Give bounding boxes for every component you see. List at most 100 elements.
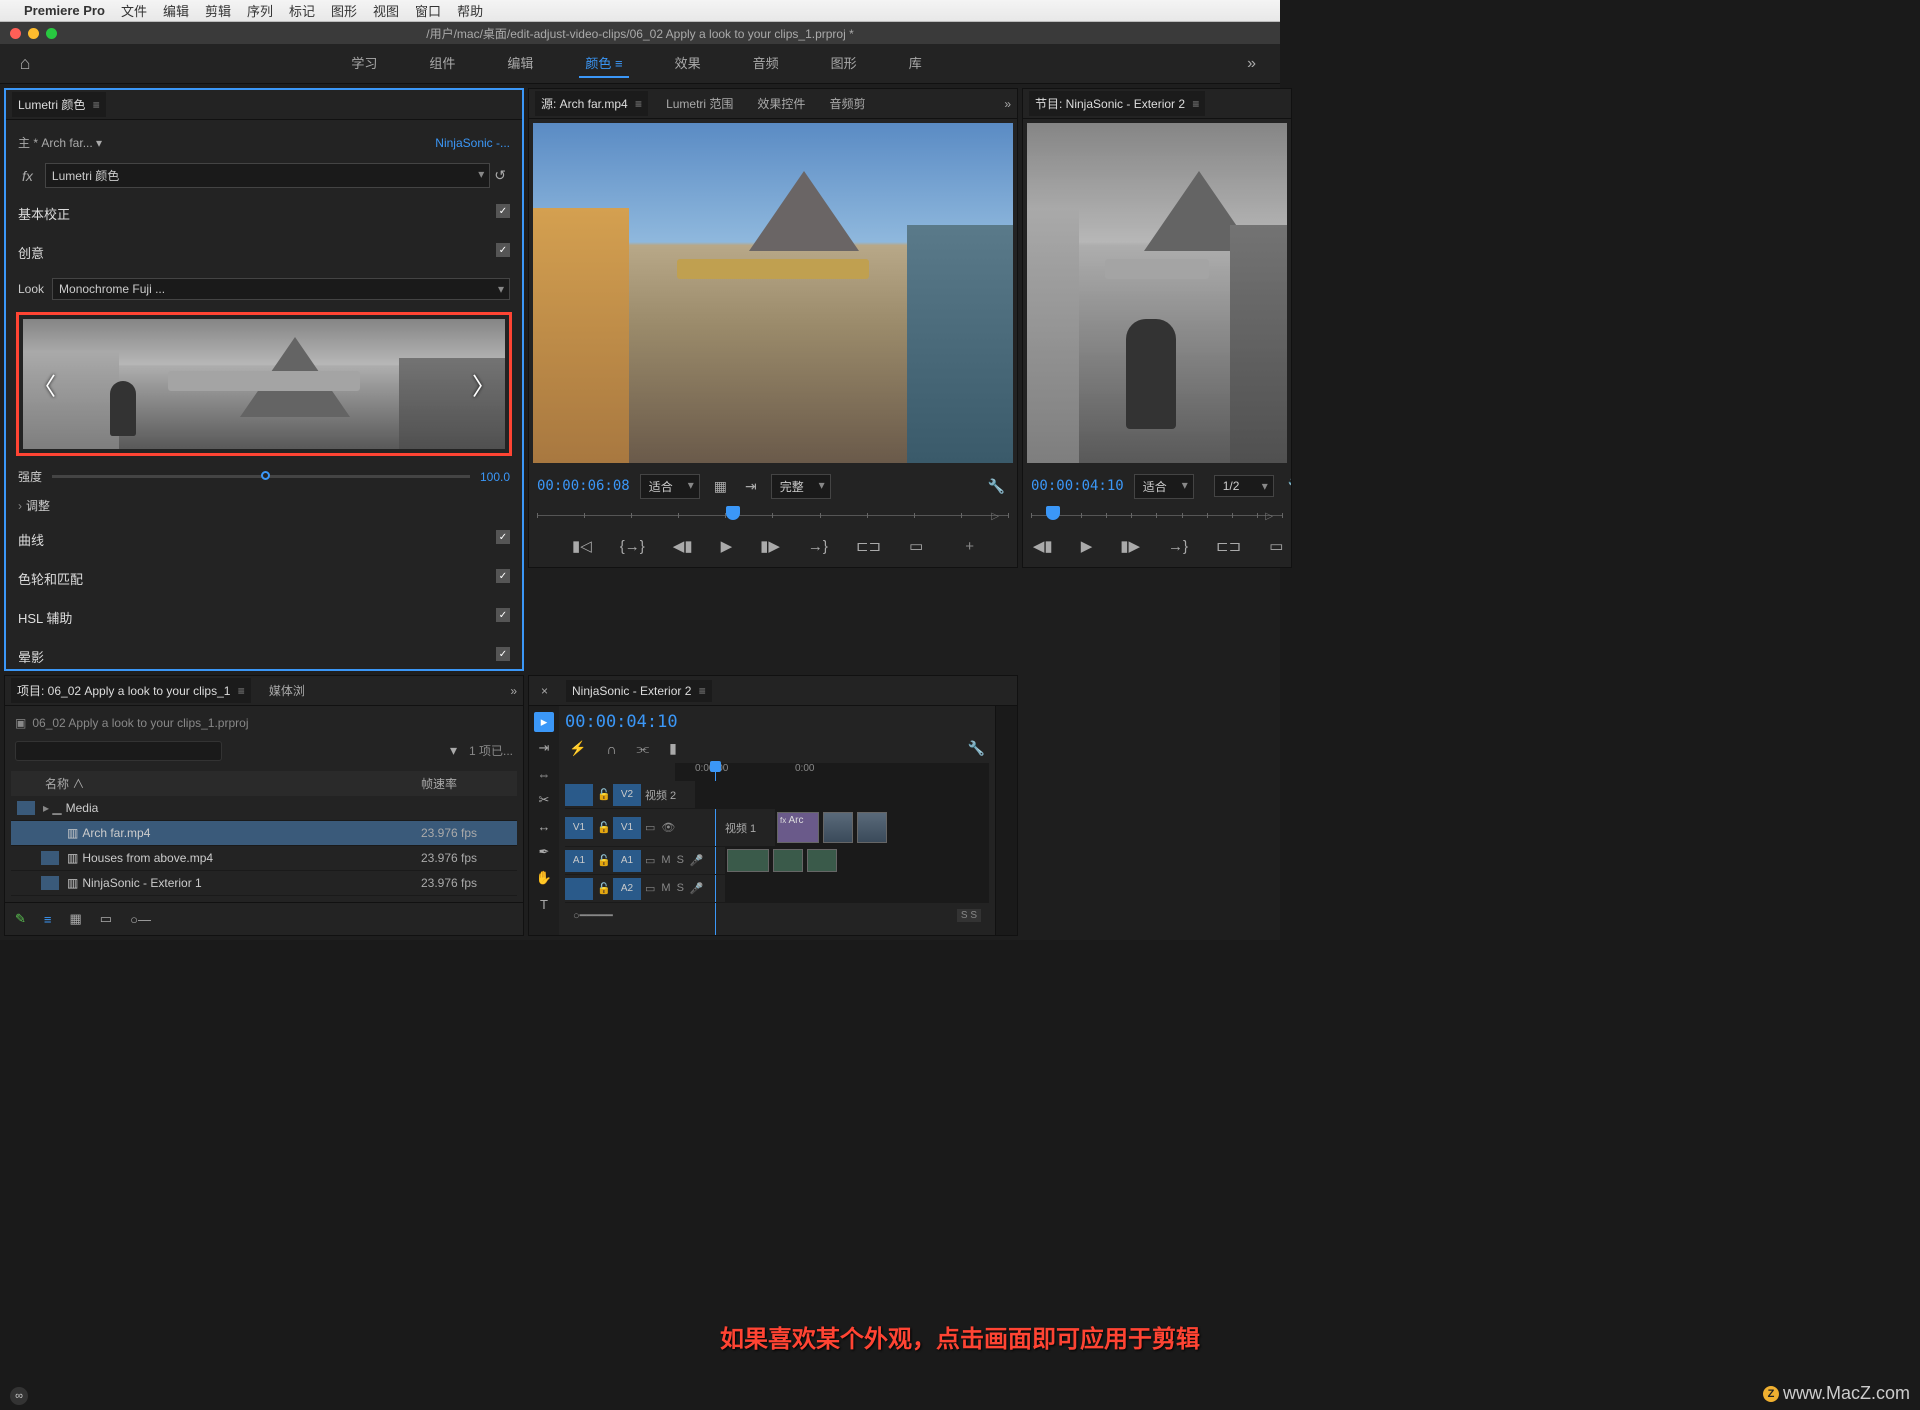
clip-a1-3[interactable] bbox=[807, 849, 837, 872]
workspace-assembly[interactable]: 组件 bbox=[423, 49, 461, 78]
timeline-close-icon[interactable]: × bbox=[535, 680, 554, 702]
workspace-overflow-icon[interactable]: » bbox=[1223, 55, 1280, 73]
menu-view[interactable]: 视图 bbox=[373, 1, 399, 20]
pen-tool-icon[interactable]: ✒ bbox=[534, 842, 554, 862]
intensity-value[interactable]: 100.0 bbox=[480, 470, 510, 484]
look-prev-icon[interactable]: 〈 bbox=[27, 362, 61, 407]
section-curves[interactable]: 曲线 ✓ bbox=[16, 520, 512, 559]
project-row[interactable]: ▥ Houses from above.mp423.976 fps bbox=[11, 846, 517, 871]
insert-icon[interactable]: ⇥ bbox=[741, 476, 761, 497]
clip-v1-3[interactable] bbox=[857, 812, 887, 843]
tabs-overflow-icon[interactable]: » bbox=[1004, 97, 1011, 111]
menu-sequence[interactable]: 序列 bbox=[247, 1, 273, 20]
menu-clip[interactable]: 剪辑 bbox=[205, 1, 231, 20]
section-creative[interactable]: 创意 ✓ bbox=[16, 233, 512, 272]
button-editor-icon[interactable]: + bbox=[961, 536, 978, 557]
fx-badge-icon[interactable]: fx bbox=[18, 166, 37, 186]
tab-lumetri-scopes[interactable]: Lumetri 范围 bbox=[660, 91, 739, 116]
overwrite-clip-icon[interactable]: ▭ bbox=[905, 535, 927, 557]
camera-icon[interactable]: ▦ bbox=[710, 476, 731, 497]
program-fit-dropdown[interactable]: 适合 bbox=[1134, 474, 1194, 499]
col-name[interactable]: 名称 ∧ bbox=[45, 775, 421, 792]
clip-a1-2[interactable] bbox=[773, 849, 803, 872]
menu-window[interactable]: 窗口 bbox=[415, 1, 441, 20]
minimize-button[interactable] bbox=[28, 28, 39, 39]
audio-meter[interactable] bbox=[995, 706, 1017, 935]
col-fps[interactable]: 帧速率 bbox=[421, 775, 511, 792]
workspace-audio[interactable]: 音频 bbox=[747, 49, 785, 78]
workspace-libraries[interactable]: 库 bbox=[903, 49, 928, 78]
track-a2[interactable]: 🔓A2 ▭MS🎤 bbox=[565, 875, 989, 903]
timeline-timecode[interactable]: 00:00:04:10 bbox=[565, 710, 989, 734]
track-v1[interactable]: V1🔓V1 ▭👁 视频 1 fx Arc bbox=[565, 809, 989, 847]
lumetri-sequence-link[interactable]: NinjaSonic -... bbox=[435, 136, 510, 150]
zoom-slider[interactable]: ○— bbox=[126, 910, 155, 929]
clip-v1-1[interactable]: fx Arc bbox=[777, 812, 819, 843]
hsl-enabled-checkbox[interactable]: ✓ bbox=[496, 608, 510, 622]
tab-lumetri-color[interactable]: Lumetri 颜色 ≡ bbox=[12, 92, 106, 117]
source-fit-dropdown[interactable]: 适合 bbox=[640, 474, 700, 499]
look-preview-image[interactable]: 〈 〉 bbox=[23, 319, 505, 449]
tab-source[interactable]: 源: Arch far.mp4 ≡ bbox=[535, 91, 648, 116]
wrench-icon[interactable]: 🔧 bbox=[984, 476, 1009, 497]
clip-v1-2[interactable] bbox=[823, 812, 853, 843]
selection-tool-icon[interactable]: ▸ bbox=[534, 712, 554, 732]
clip-a1-1[interactable] bbox=[727, 849, 769, 872]
play-icon[interactable]: ▶ bbox=[717, 535, 737, 557]
section-basic-correction[interactable]: 基本校正 ✓ bbox=[16, 194, 512, 233]
program-timecode[interactable]: 00:00:04:10 bbox=[1031, 478, 1124, 494]
snap-icon[interactable]: ⚡ bbox=[565, 738, 590, 759]
mark-out-icon[interactable]: {→} bbox=[616, 536, 649, 557]
section-adjust[interactable]: ›调整 bbox=[16, 491, 512, 520]
extract-icon[interactable]: ▭ bbox=[1265, 535, 1287, 557]
source-scrubber[interactable]: ▷ bbox=[537, 505, 1009, 525]
type-tool-icon[interactable]: T bbox=[534, 894, 554, 914]
step-forward-icon[interactable]: ▮▶ bbox=[756, 535, 784, 557]
magnet-icon[interactable]: ∩ bbox=[602, 739, 620, 759]
workspace-effects[interactable]: 效果 bbox=[669, 49, 707, 78]
workspace-learn[interactable]: 学习 bbox=[345, 49, 383, 78]
source-monitor-viewport[interactable] bbox=[533, 123, 1013, 463]
menu-help[interactable]: 帮助 bbox=[457, 1, 483, 20]
menu-edit[interactable]: 编辑 bbox=[163, 1, 189, 20]
look-next-icon[interactable]: 〉 bbox=[467, 362, 501, 407]
creative-cloud-icon[interactable]: ∞ bbox=[10, 1387, 28, 1405]
play-icon[interactable]: ▶ bbox=[1077, 535, 1097, 557]
project-row[interactable]: ▥ NinjaSonic - Exterior 123.976 fps bbox=[11, 871, 517, 896]
wrench-icon[interactable]: 🔧 bbox=[964, 738, 989, 759]
wrench-icon[interactable]: 🔧 bbox=[1284, 476, 1292, 497]
curves-enabled-checkbox[interactable]: ✓ bbox=[496, 530, 510, 544]
project-row[interactable]: ▸ ▁ Media bbox=[11, 796, 517, 821]
section-wheels[interactable]: 色轮和匹配 ✓ bbox=[16, 559, 512, 598]
program-resolution-dropdown[interactable]: 1/2 bbox=[1214, 475, 1274, 497]
track-a1[interactable]: A1🔓A1 ▭MS🎤 bbox=[565, 847, 989, 875]
step-forward-icon[interactable]: ▮▶ bbox=[1116, 535, 1144, 557]
ss-badge[interactable]: S S bbox=[957, 909, 981, 922]
go-out-icon[interactable]: →} bbox=[804, 536, 832, 557]
tab-program[interactable]: 节目: NinjaSonic - Exterior 2 ≡ bbox=[1029, 91, 1205, 116]
filter-icon[interactable]: ▾ bbox=[446, 740, 461, 761]
slip-tool-icon[interactable]: ↔ bbox=[534, 816, 554, 836]
source-resolution-dropdown[interactable]: 完整 bbox=[771, 474, 831, 499]
tab-audio-clip[interactable]: 音频剪 bbox=[823, 91, 871, 116]
grid-view-icon[interactable]: ▦ bbox=[66, 909, 86, 929]
program-scrubber[interactable]: ▷ bbox=[1031, 505, 1283, 525]
menu-graphics[interactable]: 图形 bbox=[331, 1, 357, 20]
close-button[interactable] bbox=[10, 28, 21, 39]
workspace-color[interactable]: 颜色 ≡ bbox=[579, 49, 628, 78]
marker-icon[interactable]: ▮ bbox=[665, 738, 681, 759]
basic-enabled-checkbox[interactable]: ✓ bbox=[496, 204, 510, 218]
reset-icon[interactable]: ↺ bbox=[490, 165, 510, 186]
project-row[interactable]: ▥ Arch far.mp423.976 fps bbox=[11, 821, 517, 846]
project-search-input[interactable] bbox=[15, 741, 222, 761]
tabs-overflow-icon[interactable]: » bbox=[510, 684, 517, 698]
source-timecode[interactable]: 00:00:06:08 bbox=[537, 478, 630, 494]
linked-selection-icon[interactable]: ⫘ bbox=[633, 738, 654, 759]
creative-enabled-checkbox[interactable]: ✓ bbox=[496, 243, 510, 257]
tab-timeline[interactable]: NinjaSonic - Exterior 2 ≡ bbox=[566, 680, 712, 702]
freeform-view-icon[interactable]: ▭ bbox=[96, 909, 116, 929]
ripple-tool-icon[interactable]: ⇔ bbox=[534, 764, 554, 784]
razor-tool-icon[interactable]: ✂ bbox=[534, 790, 554, 810]
workspace-graphics[interactable]: 图形 bbox=[825, 49, 863, 78]
section-hsl[interactable]: HSL 辅助 ✓ bbox=[16, 598, 512, 637]
